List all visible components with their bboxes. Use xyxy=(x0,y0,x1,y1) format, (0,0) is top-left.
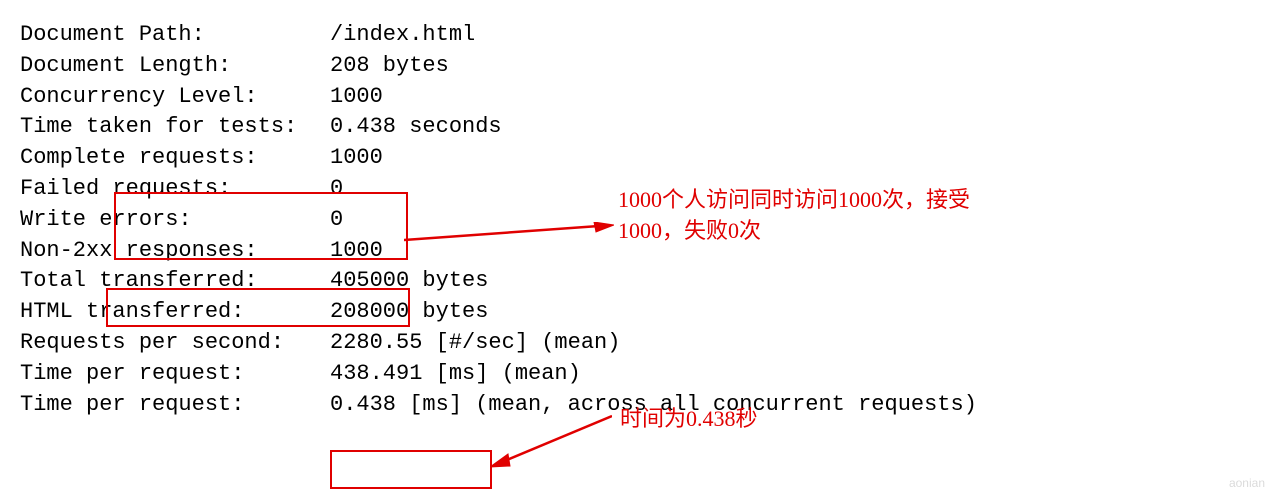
value: 1000 xyxy=(330,143,383,174)
label: Non-2xx responses: xyxy=(20,236,330,267)
value: 0 xyxy=(330,174,343,205)
value: 208 bytes xyxy=(330,51,449,82)
row-html-transferred: HTML transferred: 208000 bytes xyxy=(20,297,1255,328)
row-time-taken: Time taken for tests: 0.438 seconds xyxy=(20,112,1255,143)
annotation-requests: 1000个人访问同时访问1000次，接受1000，失败0次 xyxy=(618,185,1018,247)
label: Time per request: xyxy=(20,390,330,421)
label: Time per request: xyxy=(20,359,330,390)
value: 0.438 seconds xyxy=(330,112,502,143)
row-complete-requests: Complete requests: 1000 xyxy=(20,143,1255,174)
value: 1000 xyxy=(330,236,383,267)
highlight-box-time-per-request xyxy=(330,450,492,489)
label: Requests per second: xyxy=(20,328,330,359)
label: Time taken for tests: xyxy=(20,112,330,143)
row-document-length: Document Length: 208 bytes xyxy=(20,51,1255,82)
value: 0 xyxy=(330,205,343,236)
row-time-per-request-1: Time per request: 438.491 [ms] (mean) xyxy=(20,359,1255,390)
label: Document Length: xyxy=(20,51,330,82)
value: 1000 xyxy=(330,82,383,113)
row-requests-per-second: Requests per second: 2280.55 [#/sec] (me… xyxy=(20,328,1255,359)
label: Document Path: xyxy=(20,20,330,51)
annotation-time: 时间为0.438秒 xyxy=(620,404,758,435)
row-document-path: Document Path: /index.html xyxy=(20,20,1255,51)
arrow-icon xyxy=(404,222,614,242)
value: 405000 bytes xyxy=(330,266,488,297)
value: 438.491 [ms] (mean) xyxy=(330,359,581,390)
value: 208000 bytes xyxy=(330,297,488,328)
watermark: aonian xyxy=(1229,475,1265,492)
value: /index.html xyxy=(330,20,475,51)
label: Complete requests: xyxy=(20,143,330,174)
row-concurrency-level: Concurrency Level: 1000 xyxy=(20,82,1255,113)
value: 2280.55 [#/sec] (mean) xyxy=(330,328,620,359)
label: Total transferred: xyxy=(20,266,330,297)
arrow-icon xyxy=(490,412,612,470)
label: HTML transferred: xyxy=(20,297,330,328)
label: Failed requests: xyxy=(20,174,330,205)
label: Concurrency Level: xyxy=(20,82,330,113)
label: Write errors: xyxy=(20,205,330,236)
row-total-transferred: Total transferred: 405000 bytes xyxy=(20,266,1255,297)
